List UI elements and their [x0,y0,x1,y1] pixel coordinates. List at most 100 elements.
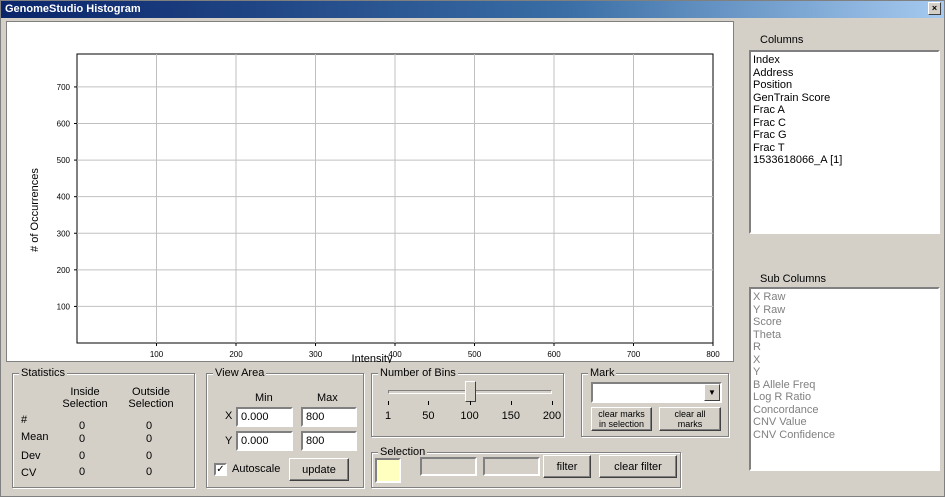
clear-all-marks-button[interactable]: clear all marks [659,407,721,431]
selection-color-swatch[interactable] [375,458,401,483]
number-of-bins-group: Number of Bins 1 50 100 150 200 [371,367,564,437]
stat-count-inside: 0 [79,420,86,432]
columns-list-item[interactable]: Frac T [753,142,936,155]
stat-cv-inside: 0 [79,466,86,478]
sub-columns-list-item[interactable]: Concordance [753,404,936,417]
min-label: Min [255,392,273,404]
autoscale-checkbox[interactable]: ✓ [214,463,227,476]
bins-tick-label: 200 [542,410,562,422]
x-tick-label: 800 [706,350,720,359]
window-title: GenomeStudio Histogram [5,3,141,15]
x-min-input[interactable] [236,407,293,427]
clear-all-marks-line1: clear all [674,409,706,419]
clear-marks-in-selection-line2: in selection [598,419,645,429]
selection-range-start [420,457,477,476]
histogram-window: GenomeStudio Histogram × 100 200 300 400 500… [0,0,945,497]
sub-columns-list-item[interactable]: Y [753,366,936,379]
outside-selection-header: Outside Selection [128,386,174,410]
columns-list-item[interactable]: Index [753,54,936,67]
stat-dev-inside: 0 [79,450,86,462]
sub-columns-list-item[interactable]: CNV Confidence [753,429,936,442]
y-label: Y [225,435,233,447]
columns-list[interactable]: Index Address Position GenTrain Score Frac A… [749,50,940,234]
y-tick-label: 700 [57,83,71,92]
chevron-down-icon[interactable]: ▼ [704,384,720,401]
sub-columns-list-item[interactable]: Log R Ratio [753,391,936,404]
sub-columns-list[interactable]: X Raw Y Raw Score Theta R X Y B Allele Freq Log … [749,287,940,471]
bins-slider-thumb[interactable] [464,381,476,402]
sub-columns-list-item[interactable]: X Raw [753,291,936,304]
update-button[interactable]: update [289,458,349,481]
sub-columns-list-item[interactable]: Score [753,316,936,329]
x-tick-label: 700 [627,350,641,359]
stat-count-outside: 0 [146,420,153,432]
statistics-title: Statistics [19,367,68,379]
statistics-group: Statistics Inside Selection Outside Sele… [12,367,195,488]
mark-group: Mark ▼ clear marks in selection clear al… [581,367,729,437]
y-tick-label: 300 [57,229,71,238]
y-tick-label: 500 [57,156,71,165]
bins-tick-mark [552,401,553,405]
mark-dropdown[interactable]: ▼ [591,382,722,403]
sub-columns-list-item[interactable]: CNV Value [753,416,936,429]
filter-button[interactable]: filter [543,455,591,478]
stat-count-label: # [21,414,28,426]
sub-columns-list-item[interactable]: R [753,341,936,354]
stat-dev-label: Dev [21,450,41,462]
bins-tick-mark [428,401,430,405]
y-tick-label: 600 [57,120,71,129]
bins-tick-mark [510,401,512,405]
number-of-bins-title: Number of Bins [378,367,458,379]
stat-mean-inside: 0 [79,433,86,445]
sub-columns-list-item[interactable]: Theta [753,329,936,342]
bins-tick-label: 100 [460,410,479,422]
y-tick-label: 100 [57,302,71,311]
columns-list-item[interactable]: Frac G [753,129,936,142]
selection-group: Selection filter clear filter [371,446,681,488]
bins-tick-label: 50 [422,410,435,422]
columns-list-item[interactable]: Position [753,79,936,92]
autoscale-label: Autoscale [232,463,281,475]
y-max-input[interactable] [301,431,357,451]
inside-selection-header: Inside Selection [62,386,108,410]
close-icon[interactable]: × [928,2,941,15]
sub-columns-list-item[interactable]: X [753,354,936,367]
bins-tick-label: 150 [501,410,520,422]
columns-list-item[interactable]: GenTrain Score [753,92,936,105]
columns-title: Columns [760,34,804,46]
columns-list-item[interactable]: Address [753,67,936,80]
bins-tick-mark [388,401,389,405]
stat-mean-label: Mean [21,431,49,443]
stat-dev-outside: 0 [146,450,153,462]
clear-all-marks-line2: marks [677,419,703,429]
title-bar[interactable]: GenomeStudio Histogram × [1,1,944,18]
x-label: X [225,410,233,422]
x-tick-label: 500 [468,350,482,359]
histogram-plot[interactable]: 100 200 300 400 500 600 700 800 100 200 300 400 500… [6,21,734,363]
x-axis-label: Intensity [352,353,393,363]
clear-marks-in-selection-line1: clear marks [598,409,645,419]
selection-range-end [483,457,540,476]
mark-title: Mark [588,367,617,379]
y-tick-label: 200 [57,266,71,275]
bins-tick-label: 1 [384,410,392,422]
bins-tick-mark [469,401,471,405]
stat-cv-label: CV [21,467,37,479]
columns-list-item[interactable]: Frac A [753,104,936,117]
view-area-title: View Area [213,367,267,379]
sub-columns-list-item[interactable]: Y Raw [753,304,936,317]
sub-columns-title: Sub Columns [760,273,827,285]
view-area-group: View Area Min Max X Y ✓ Autoscale update [206,367,364,488]
columns-list-item[interactable]: Frac C [753,117,936,130]
y-min-input[interactable] [236,431,293,451]
clear-filter-button[interactable]: clear filter [599,455,677,478]
x-max-input[interactable] [301,407,357,427]
x-tick-label: 300 [309,350,323,359]
columns-list-item[interactable]: 1533618066_A [1] [753,154,936,167]
stat-cv-outside: 0 [146,466,153,478]
sub-columns-list-item[interactable]: B Allele Freq [753,379,936,392]
max-label: Max [317,392,338,404]
clear-marks-in-selection-button[interactable]: clear marks in selection [591,407,652,431]
histogram-chart: 100 200 300 400 500 600 700 800 100200300400500… [29,53,720,363]
y-tick-label: 400 [57,193,71,202]
